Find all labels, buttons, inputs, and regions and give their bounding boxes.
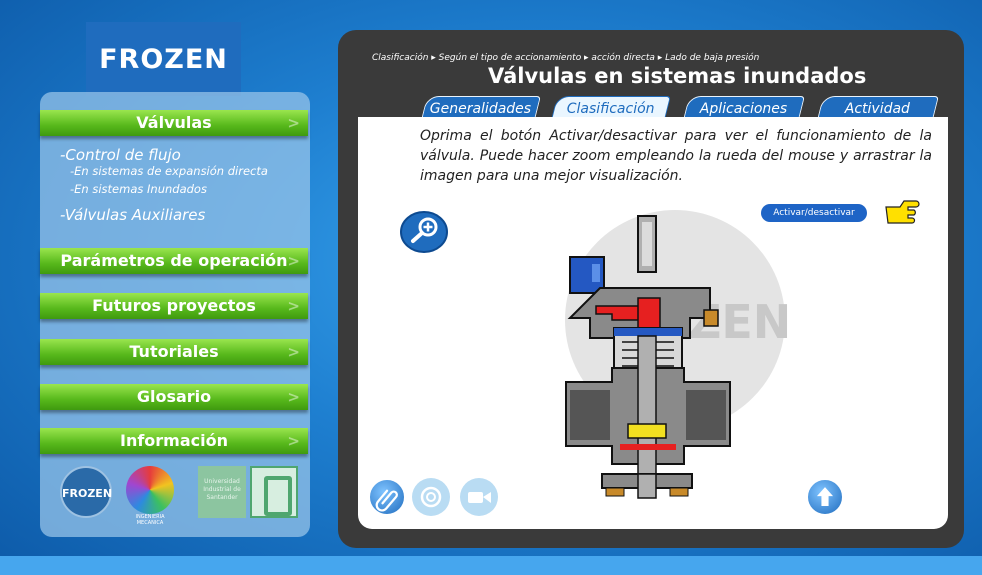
arrow-up-icon[interactable]: [806, 478, 844, 516]
submenu-control-flujo[interactable]: -Control de flujo: [60, 146, 268, 164]
partner-logos: FROZEN INGENIERIA MECANICA Universidad I…: [60, 466, 300, 526]
uis-text-logo: Universidad Industrial de Santander: [198, 466, 246, 518]
instructions-text: Oprima el botón Activar/desactivar para …: [420, 128, 932, 184]
menu-item-glosario[interactable]: Glosario >: [40, 384, 308, 410]
hand-pointer-icon: [885, 200, 920, 224]
menu-item-label: Futuros proyectos: [92, 296, 256, 315]
menu-item-informacion[interactable]: Información >: [40, 428, 308, 454]
chevron-right-icon: >: [287, 388, 300, 406]
menu-item-parametros[interactable]: Parámetros de operación >: [40, 248, 308, 274]
menu-item-label: Válvulas: [136, 113, 212, 132]
bottom-strip: [0, 556, 982, 575]
page-title: Válvulas en sistemas inundados: [488, 64, 867, 88]
chevron-right-icon: >: [287, 114, 300, 132]
menu-item-label: Parámetros de operación: [60, 251, 288, 270]
menu-item-valvulas[interactable]: Válvulas >: [40, 110, 308, 136]
menu-item-label: Tutoriales: [129, 342, 219, 361]
activate-toggle-button[interactable]: Activar/desactivar: [761, 204, 867, 222]
frozen-logo: FROZEN: [86, 22, 241, 96]
mecanica-logo-label: INGENIERIA MECANICA: [135, 514, 165, 526]
chevron-right-icon: >: [287, 252, 300, 270]
frozen-partner-logo: FROZEN: [60, 466, 112, 518]
app-stage: FROZEN Válvulas > -Control de flujo -En …: [0, 0, 982, 575]
submenu-valvulas: -Control de flujo -En sistemas de expans…: [60, 146, 268, 224]
chevron-right-icon: >: [287, 432, 300, 450]
chevron-right-icon: >: [287, 343, 300, 361]
submenu-expansion-directa[interactable]: -En sistemas de expansión directa: [60, 164, 268, 178]
valve-cutaway-diagram[interactable]: [530, 212, 750, 508]
breadcrumb: Clasificación ▸ Según el tipo de acciona…: [372, 53, 760, 63]
at-icon[interactable]: [412, 478, 450, 516]
chevron-right-icon: >: [287, 297, 300, 315]
mecanica-logo: [126, 466, 174, 514]
menu-item-label: Información: [119, 431, 228, 450]
uis-logo: [250, 466, 298, 518]
submenu-inundados[interactable]: -En sistemas Inundados: [60, 182, 268, 196]
zoom-in-icon[interactable]: [400, 208, 448, 254]
menu-item-label: Glosario: [136, 387, 212, 406]
video-icon[interactable]: [460, 478, 498, 516]
menu-item-futuros-proyectos[interactable]: Futuros proyectos >: [40, 293, 308, 319]
submenu-auxiliares[interactable]: -Válvulas Auxiliares: [60, 206, 268, 224]
menu-item-tutoriales[interactable]: Tutoriales >: [40, 339, 308, 365]
paperclip-icon[interactable]: [368, 478, 406, 516]
